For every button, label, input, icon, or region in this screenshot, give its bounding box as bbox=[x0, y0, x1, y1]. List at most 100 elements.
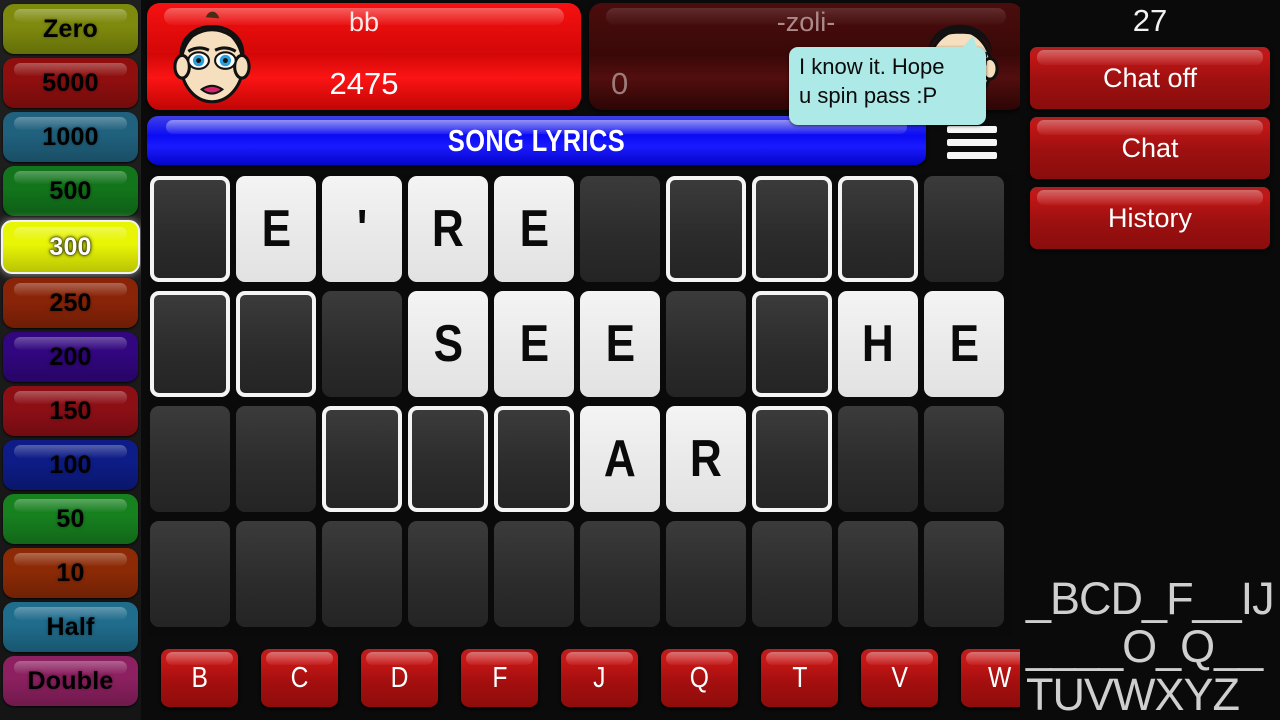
hamburger-bar bbox=[947, 151, 997, 159]
letter-button-v[interactable]: V bbox=[861, 649, 938, 707]
board-tile-glyph: E bbox=[605, 315, 635, 373]
board-tile-blank bbox=[150, 521, 230, 627]
board-tile-letter: E bbox=[580, 291, 660, 397]
board-tile-glyph: E bbox=[949, 315, 979, 373]
board-tile-letter: H bbox=[838, 291, 918, 397]
wheel-wedge-10[interactable]: 10 bbox=[3, 548, 138, 598]
board-tile-hidden bbox=[150, 176, 230, 282]
board-tile-glyph: E bbox=[519, 200, 549, 258]
board-tile-blank bbox=[494, 521, 574, 627]
right-button-chat-off[interactable]: Chat off bbox=[1030, 47, 1270, 109]
wheel-wedge-label: 500 bbox=[49, 176, 92, 205]
wheel-wedge-50[interactable]: 50 bbox=[3, 494, 138, 544]
wheel-wedge-label: 300 bbox=[49, 232, 92, 261]
letter-button-label: Q bbox=[689, 661, 710, 694]
letter-button-c[interactable]: C bbox=[261, 649, 338, 707]
game-screen: Zero 5000 1000 500 300 250 200 150 100 50 10 Half Do… bbox=[0, 0, 1280, 720]
letter-button-label: D bbox=[390, 661, 409, 694]
letter-button-label: F bbox=[491, 661, 508, 694]
letter-button-label: B bbox=[191, 661, 208, 694]
chat-bubble-tail bbox=[962, 36, 977, 48]
board-tile-blank bbox=[236, 521, 316, 627]
board-tile-blank bbox=[322, 521, 402, 627]
board-tile-hidden bbox=[236, 291, 316, 397]
wheel-value-sidebar: Zero 5000 1000 500 300 250 200 150 100 50 10 Half Do… bbox=[0, 0, 141, 720]
board-tile-letter: A bbox=[580, 406, 660, 512]
right-button-label: Chat off bbox=[1102, 62, 1198, 93]
wheel-wedge-label: 5000 bbox=[42, 68, 99, 97]
wheel-wedge-250[interactable]: 250 bbox=[3, 278, 138, 328]
board-tile-blank bbox=[580, 521, 660, 627]
right-button-group: Chat off Chat History bbox=[1020, 47, 1280, 249]
board-tile-blank bbox=[666, 521, 746, 627]
letter-button-label: W bbox=[987, 661, 1012, 694]
chat-bubble: I know it. Hope u spin pass :P bbox=[789, 36, 986, 125]
timer-display: 27 bbox=[1132, 3, 1168, 38]
letter-button-j[interactable]: J bbox=[561, 649, 638, 707]
wheel-wedge-1000[interactable]: 1000 bbox=[3, 112, 138, 162]
board-tile-blank bbox=[924, 521, 1004, 627]
board-row bbox=[147, 519, 1013, 634]
letter-button-label: J bbox=[593, 661, 606, 694]
wheel-wedge-100[interactable]: 100 bbox=[3, 440, 138, 490]
board-tile-blank bbox=[924, 406, 1004, 512]
wheel-wedge-label: 200 bbox=[49, 342, 92, 371]
board-tile-hidden bbox=[150, 291, 230, 397]
board-tile-blank bbox=[236, 406, 316, 512]
board-tile-letter: E bbox=[494, 291, 574, 397]
board-row: AR bbox=[147, 404, 1013, 519]
puzzle-board: E ' R E S E E H E A R bbox=[147, 174, 1013, 636]
board-tile-hidden bbox=[666, 176, 746, 282]
wheel-wedge-label: 150 bbox=[49, 396, 92, 425]
board-tile-letter: E bbox=[924, 291, 1004, 397]
hamburger-bar bbox=[947, 125, 997, 133]
wheel-wedge-label: Half bbox=[46, 612, 95, 641]
wheel-wedge-200[interactable]: 200 bbox=[3, 332, 138, 382]
board-tile-letter: E bbox=[494, 176, 574, 282]
board-tile-glyph: ' bbox=[356, 200, 368, 258]
wheel-wedge-double[interactable]: Double bbox=[3, 656, 138, 706]
hamburger-menu-icon[interactable] bbox=[941, 120, 1003, 164]
board-tile-blank bbox=[580, 176, 660, 282]
letter-button-b[interactable]: B bbox=[161, 649, 238, 707]
remaining-letters-display: _BCD_F__IJ____O_Q__TUVWXYZ bbox=[1026, 573, 1275, 720]
board-tile-glyph: H bbox=[862, 315, 894, 373]
player-panel-1[interactable]: bb 2475 bbox=[147, 3, 581, 110]
board-tile-glyph: S bbox=[433, 315, 463, 373]
right-button-history[interactable]: History bbox=[1030, 187, 1270, 249]
wheel-wedge-500[interactable]: 500 bbox=[3, 166, 138, 216]
letter-button-d[interactable]: D bbox=[361, 649, 438, 707]
letter-button-q[interactable]: Q bbox=[661, 649, 738, 707]
letter-button-t[interactable]: T bbox=[761, 649, 838, 707]
board-tile-hidden bbox=[752, 291, 832, 397]
board-tile-hidden bbox=[408, 406, 488, 512]
wheel-wedge-label: 10 bbox=[56, 558, 85, 587]
board-tile-letter: E bbox=[236, 176, 316, 282]
chat-bubble-line-2: u spin pass :P bbox=[799, 83, 938, 109]
wheel-wedge-150[interactable]: 150 bbox=[3, 386, 138, 436]
board-tile-blank bbox=[924, 176, 1004, 282]
wheel-wedge-300[interactable]: 300 bbox=[1, 220, 140, 274]
board-tile-blank bbox=[838, 406, 918, 512]
wheel-wedge-zero[interactable]: Zero bbox=[3, 4, 138, 54]
board-tile-blank bbox=[666, 291, 746, 397]
wheel-wedge-label: 250 bbox=[49, 288, 92, 317]
board-tile-hidden bbox=[838, 176, 918, 282]
wheel-wedge-label: 50 bbox=[56, 504, 85, 533]
right-sidebar: 27 Chat off Chat History _BCD_F__IJ____O_Q… bbox=[1020, 0, 1280, 720]
board-tile-glyph: R bbox=[432, 200, 464, 258]
letter-button-row: BCDFJQTVW bbox=[150, 646, 1030, 712]
letter-button-f[interactable]: F bbox=[461, 649, 538, 707]
hamburger-bar bbox=[947, 138, 997, 146]
letter-button-label: T bbox=[791, 661, 808, 694]
wheel-wedge-5000[interactable]: 5000 bbox=[3, 58, 138, 108]
wheel-wedge-label: Zero bbox=[43, 14, 98, 43]
female-avatar bbox=[173, 11, 251, 104]
board-tile-letter: R bbox=[666, 406, 746, 512]
board-tile-hidden bbox=[752, 406, 832, 512]
right-button-chat[interactable]: Chat bbox=[1030, 117, 1270, 179]
board-tile-blank bbox=[150, 406, 230, 512]
board-tile-glyph: E bbox=[261, 200, 291, 258]
wheel-wedge-half[interactable]: Half bbox=[3, 602, 138, 652]
board-tile-letter: S bbox=[408, 291, 488, 397]
